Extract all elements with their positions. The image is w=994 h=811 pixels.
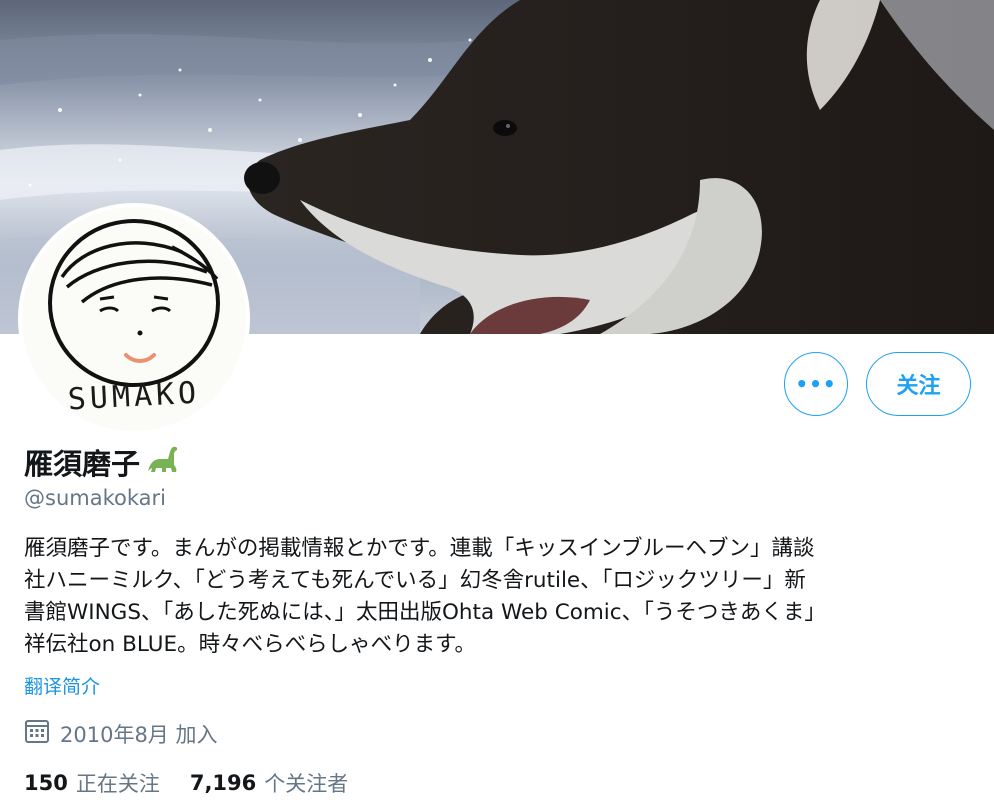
following-count: 150 xyxy=(24,771,68,795)
bio-line: 雁須磨子です。まんがの掲載情報とかです。連載「キッスインブルーヘブン」講談 xyxy=(24,536,815,561)
more-icon: ••• xyxy=(795,372,837,396)
profile-avatar[interactable]: SUMAKO xyxy=(18,203,250,435)
more-options-button[interactable]: ••• xyxy=(784,352,848,416)
followers-link[interactable]: 7,196 个关注者 xyxy=(190,768,348,798)
profile-bio: 雁須磨子です。まんがの掲載情報とかです。連載「キッスインブルーヘブン」講談 社ハ… xyxy=(24,533,964,661)
following-label: 正在关注 xyxy=(75,772,160,796)
following-link[interactable]: 150 正在关注 xyxy=(24,768,160,798)
bio-line: 祥伝社on BLUE。時々べらべらしゃべります。 xyxy=(24,632,476,657)
joined-date: 2010年8月 加入 xyxy=(24,718,217,749)
follow-button[interactable]: 关注 xyxy=(866,352,971,416)
joined-text: 2010年8月 加入 xyxy=(60,722,218,747)
translate-bio-link[interactable]: 翻译简介 xyxy=(24,672,100,699)
followers-label: 个关注者 xyxy=(264,772,349,796)
display-name: 雁須磨子 xyxy=(24,441,180,483)
user-handle: @sumakokari xyxy=(24,486,166,510)
display-name-text: 雁須磨子 xyxy=(24,447,141,481)
dinosaur-icon xyxy=(144,443,180,482)
bio-line: 書館WINGS、「あした死ぬには、」太田出版Ohta Web Comic、「うそ… xyxy=(24,600,826,625)
followers-count: 7,196 xyxy=(189,771,257,795)
follow-stats: 150 正在关注 7,196 个关注者 xyxy=(24,768,348,798)
calendar-icon xyxy=(24,718,50,749)
bio-line: 社ハニーミルク、「どう考えても死んでいる」幻冬舎rutile、「ロジックツリー」… xyxy=(24,568,806,593)
